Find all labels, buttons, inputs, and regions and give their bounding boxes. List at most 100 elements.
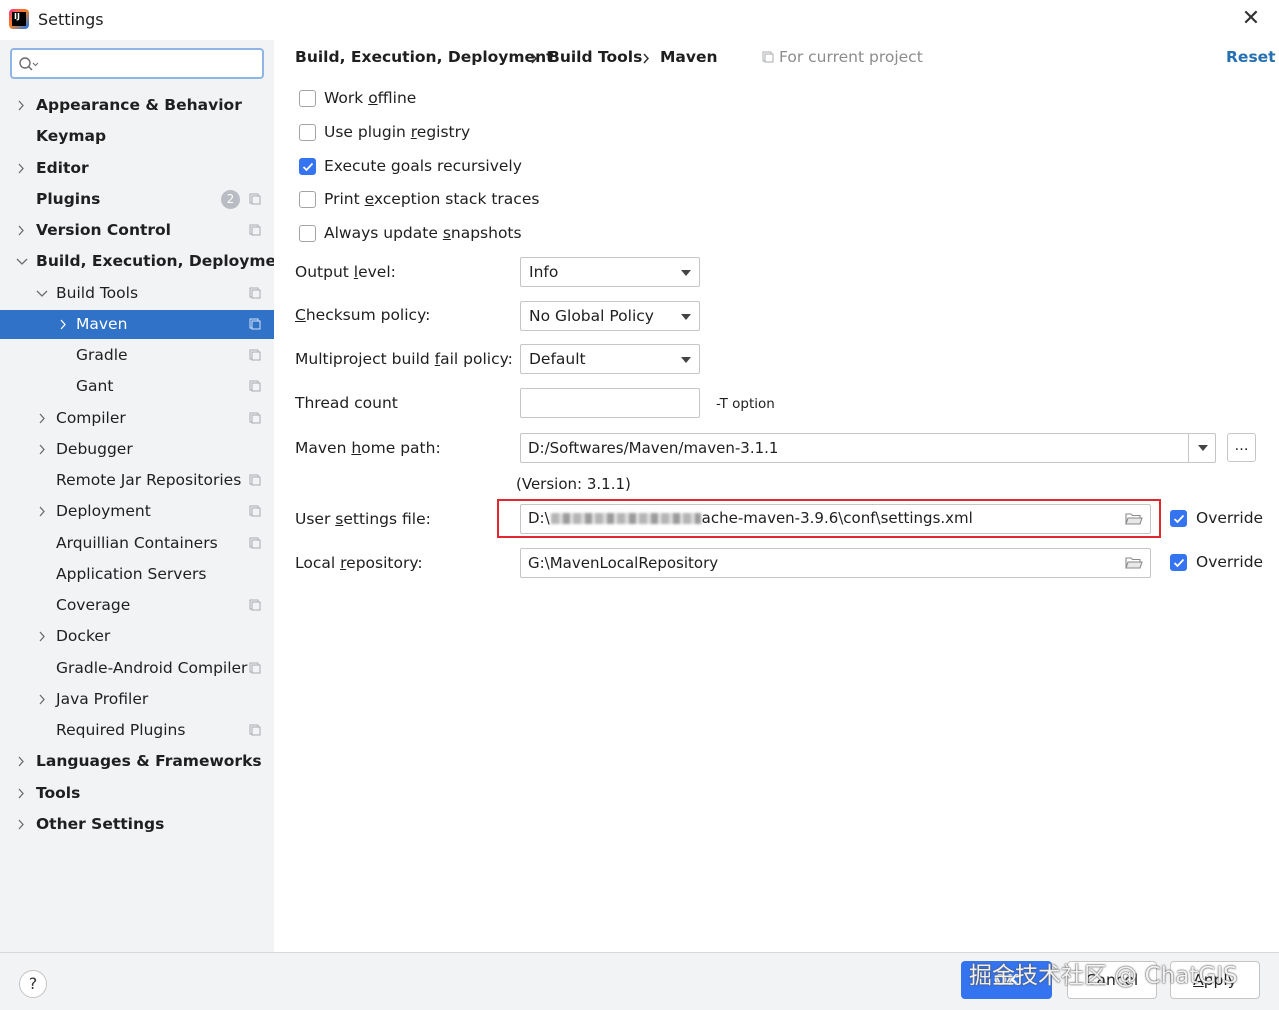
sidebar-item-keymap[interactable]: Keymap: [0, 122, 274, 150]
checkbox-label: Execute goals recursively: [324, 157, 522, 175]
sidebar-item-appearance-behavior[interactable]: Appearance & Behavior: [0, 91, 274, 119]
sidebar-item-required-plugins[interactable]: Required Plugins: [0, 716, 274, 744]
checkbox-box[interactable]: [1170, 510, 1187, 527]
local-repository-input[interactable]: [528, 553, 1118, 573]
maven-home-dropdown-button[interactable]: [1188, 434, 1216, 462]
chevron-down-icon: [36, 279, 48, 307]
sidebar-item-label: Maven: [76, 315, 128, 333]
chevron-right-icon: [17, 216, 29, 244]
sidebar-item-plugins[interactable]: Plugins 2: [0, 185, 274, 213]
thread-count-label: Thread count: [295, 394, 398, 412]
cancel-button[interactable]: Cancel: [1067, 961, 1157, 999]
checkmark-icon: [1173, 558, 1185, 568]
maven-home-path-combo[interactable]: [520, 433, 1216, 463]
sidebar-item-compiler[interactable]: Compiler: [0, 404, 274, 432]
folder-open-icon[interactable]: [1125, 556, 1143, 570]
sidebar-item-gradle-android-compiler[interactable]: Gradle-Android Compiler: [0, 654, 274, 682]
sidebar-item-deployment[interactable]: Deployment: [0, 497, 274, 525]
sidebar-item-label: Deployment: [56, 502, 151, 520]
sidebar-item-label: Build Tools: [56, 284, 139, 302]
breadcrumb-item: Build, Execution, Deployment: [295, 48, 554, 66]
sidebar-item-version-control[interactable]: Version Control: [0, 216, 274, 244]
project-scope-icon: [249, 505, 261, 517]
intellij-app-icon: IJ: [9, 9, 29, 29]
sidebar-item-label: Required Plugins: [56, 721, 186, 739]
sidebar-item-build-execution-deployment[interactable]: Build, Execution, Deployment: [0, 247, 295, 275]
checkbox-box[interactable]: [299, 158, 316, 175]
sidebar-item-label: Arquillian Containers: [56, 534, 218, 552]
project-scope-icon: [762, 51, 774, 63]
sidebar-item-debugger[interactable]: Debugger: [0, 435, 274, 463]
sidebar-item-label: Gradle-Android Compiler: [56, 659, 248, 677]
help-button[interactable]: ?: [19, 970, 47, 998]
sidebar-item-docker[interactable]: Docker: [0, 622, 274, 650]
plugins-update-badge: 2: [221, 190, 240, 209]
sidebar-item-label: Version Control: [36, 221, 171, 239]
apply-button[interactable]: Apply: [1170, 961, 1260, 999]
chevron-right-icon: [38, 622, 50, 650]
local-repository-label: Local repository:: [295, 554, 423, 572]
checksum-policy-label: Checksum policy:: [295, 306, 431, 324]
sidebar-item-gant[interactable]: Gant: [0, 372, 274, 400]
sidebar-item-coverage[interactable]: Coverage: [0, 591, 274, 619]
sidebar-item-application-servers[interactable]: Application Servers: [0, 560, 274, 588]
sidebar-item-label: Coverage: [56, 596, 131, 614]
checkbox-label: Override: [1196, 553, 1264, 571]
checkbox-box[interactable]: [299, 90, 316, 107]
checkbox-label: Print exception stack traces: [324, 190, 540, 208]
project-scope-icon: [249, 224, 261, 236]
maven-home-path-input[interactable]: [528, 438, 1178, 458]
dropdown-arrow-icon: [1198, 445, 1208, 451]
sidebar-item-build-tools[interactable]: Build Tools: [0, 279, 274, 307]
thread-count-input[interactable]: [528, 393, 688, 413]
checksum-policy-dropdown[interactable]: No Global Policy: [520, 301, 700, 331]
project-scope-icon: [249, 193, 261, 205]
checkbox-box[interactable]: [299, 124, 316, 141]
sidebar-item-other-settings[interactable]: Other Settings: [0, 810, 274, 838]
checkbox-box[interactable]: [1170, 554, 1187, 571]
project-scope-icon: [249, 287, 261, 299]
project-scope-icon: [249, 537, 261, 549]
sidebar-item-remote-jar-repositories[interactable]: Remote Jar Repositories: [0, 466, 274, 494]
chevron-down-icon: [16, 247, 28, 275]
reset-link[interactable]: Reset: [1226, 48, 1276, 66]
chevron-right-icon: [17, 91, 29, 119]
chevron-right-icon: [17, 747, 29, 775]
output-level-label: Output level:: [295, 263, 396, 281]
local-repository-field[interactable]: [520, 548, 1151, 578]
browse-maven-home-button[interactable]: …: [1227, 433, 1256, 462]
checkbox-box[interactable]: [299, 225, 316, 242]
scope-label: For current project: [779, 48, 923, 66]
chevron-right-icon: [38, 404, 50, 432]
sidebar-item-maven[interactable]: Maven: [0, 310, 274, 339]
maven-home-path-label: Maven home path:: [295, 439, 441, 457]
chevron-right-icon: [59, 310, 71, 338]
settings-search-input[interactable]: [42, 53, 257, 74]
sidebar-item-tools[interactable]: Tools: [0, 779, 274, 807]
checkbox-box[interactable]: [299, 191, 316, 208]
sidebar-item-label: Appearance & Behavior: [36, 96, 242, 114]
sidebar-item-label: Remote Jar Repositories: [56, 471, 242, 489]
thread-count-hint: -T option: [716, 396, 775, 412]
chevron-right-icon: [38, 435, 50, 463]
maven-version-label: (Version: 3.1.1): [516, 475, 631, 493]
ok-button[interactable]: OK: [961, 961, 1052, 999]
output-level-dropdown[interactable]: Info: [520, 257, 700, 287]
sidebar-item-arquillian-containers[interactable]: Arquillian Containers: [0, 529, 274, 557]
close-icon[interactable]: ✕: [1238, 6, 1264, 32]
settings-search-box[interactable]: [10, 48, 264, 79]
checkbox-label: Use plugin registry: [324, 123, 471, 141]
sidebar-item-editor[interactable]: Editor: [0, 154, 274, 182]
multiproject-fail-policy-dropdown[interactable]: Default: [520, 344, 700, 374]
sidebar-item-label: Languages & Frameworks: [36, 752, 262, 770]
chevron-right-icon: [17, 779, 29, 807]
project-scope-icon: [249, 349, 261, 361]
sidebar-item-gradle[interactable]: Gradle: [0, 341, 274, 369]
chevron-right-icon: [17, 810, 29, 838]
sidebar-item-java-profiler[interactable]: Java Profiler: [0, 685, 274, 713]
thread-count-field[interactable]: [520, 388, 700, 418]
checkmark-icon: [1173, 514, 1185, 524]
sidebar-item-languages-frameworks[interactable]: Languages & Frameworks: [0, 747, 274, 775]
project-scope-icon: [249, 412, 261, 424]
sidebar-item-label: Java Profiler: [56, 690, 149, 708]
